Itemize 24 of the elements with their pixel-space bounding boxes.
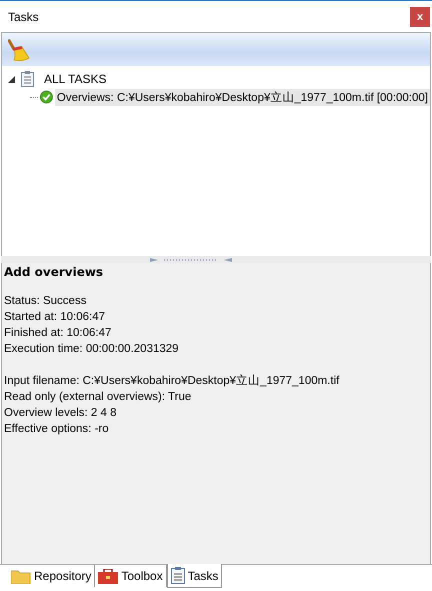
tree-item[interactable]: Overviews: C:¥Users¥kobahiro¥Desktop¥立山_1977_100m.tif [00:00:00]: [54, 88, 430, 106]
check-icon: [40, 89, 53, 105]
window-title: Tasks: [8, 10, 39, 24]
detail-line: Started at: 10:06:47: [4, 310, 106, 325]
clipboard-icon: [170, 567, 185, 584]
detail-line: Status: Success: [4, 294, 88, 309]
detail-line: Execution time: 00:00:00.2031329: [4, 342, 180, 357]
toolbox-icon: [98, 568, 118, 584]
detail-line: Input filename: C:¥Users¥kobahiro¥Desktop¥立山_1977_100m.tif: [4, 373, 340, 389]
details-title: Add overviews: [4, 265, 104, 279]
collapse-arrow-icon[interactable]: [8, 76, 15, 82]
tab[interactable]: Tasks: [166, 564, 222, 588]
detail-line: Read only (external overviews): True: [4, 390, 192, 405]
detail-line: Finished at: 10:06:47: [4, 326, 112, 341]
close-button[interactable]: x: [410, 6, 430, 26]
list-icon: [21, 71, 34, 87]
detail-line: Overview levels: 2 4 8: [4, 406, 118, 421]
folder-icon: [11, 568, 31, 584]
detail-line: Effective options: -ro: [4, 422, 110, 437]
tab[interactable]: Repository: [8, 565, 96, 587]
broom-icon[interactable]: [8, 38, 30, 62]
tab[interactable]: Toolbox: [95, 565, 167, 587]
splitter-handle-icon[interactable]: [150, 256, 232, 262]
tree-item[interactable]: ALL TASKS: [44, 72, 106, 86]
